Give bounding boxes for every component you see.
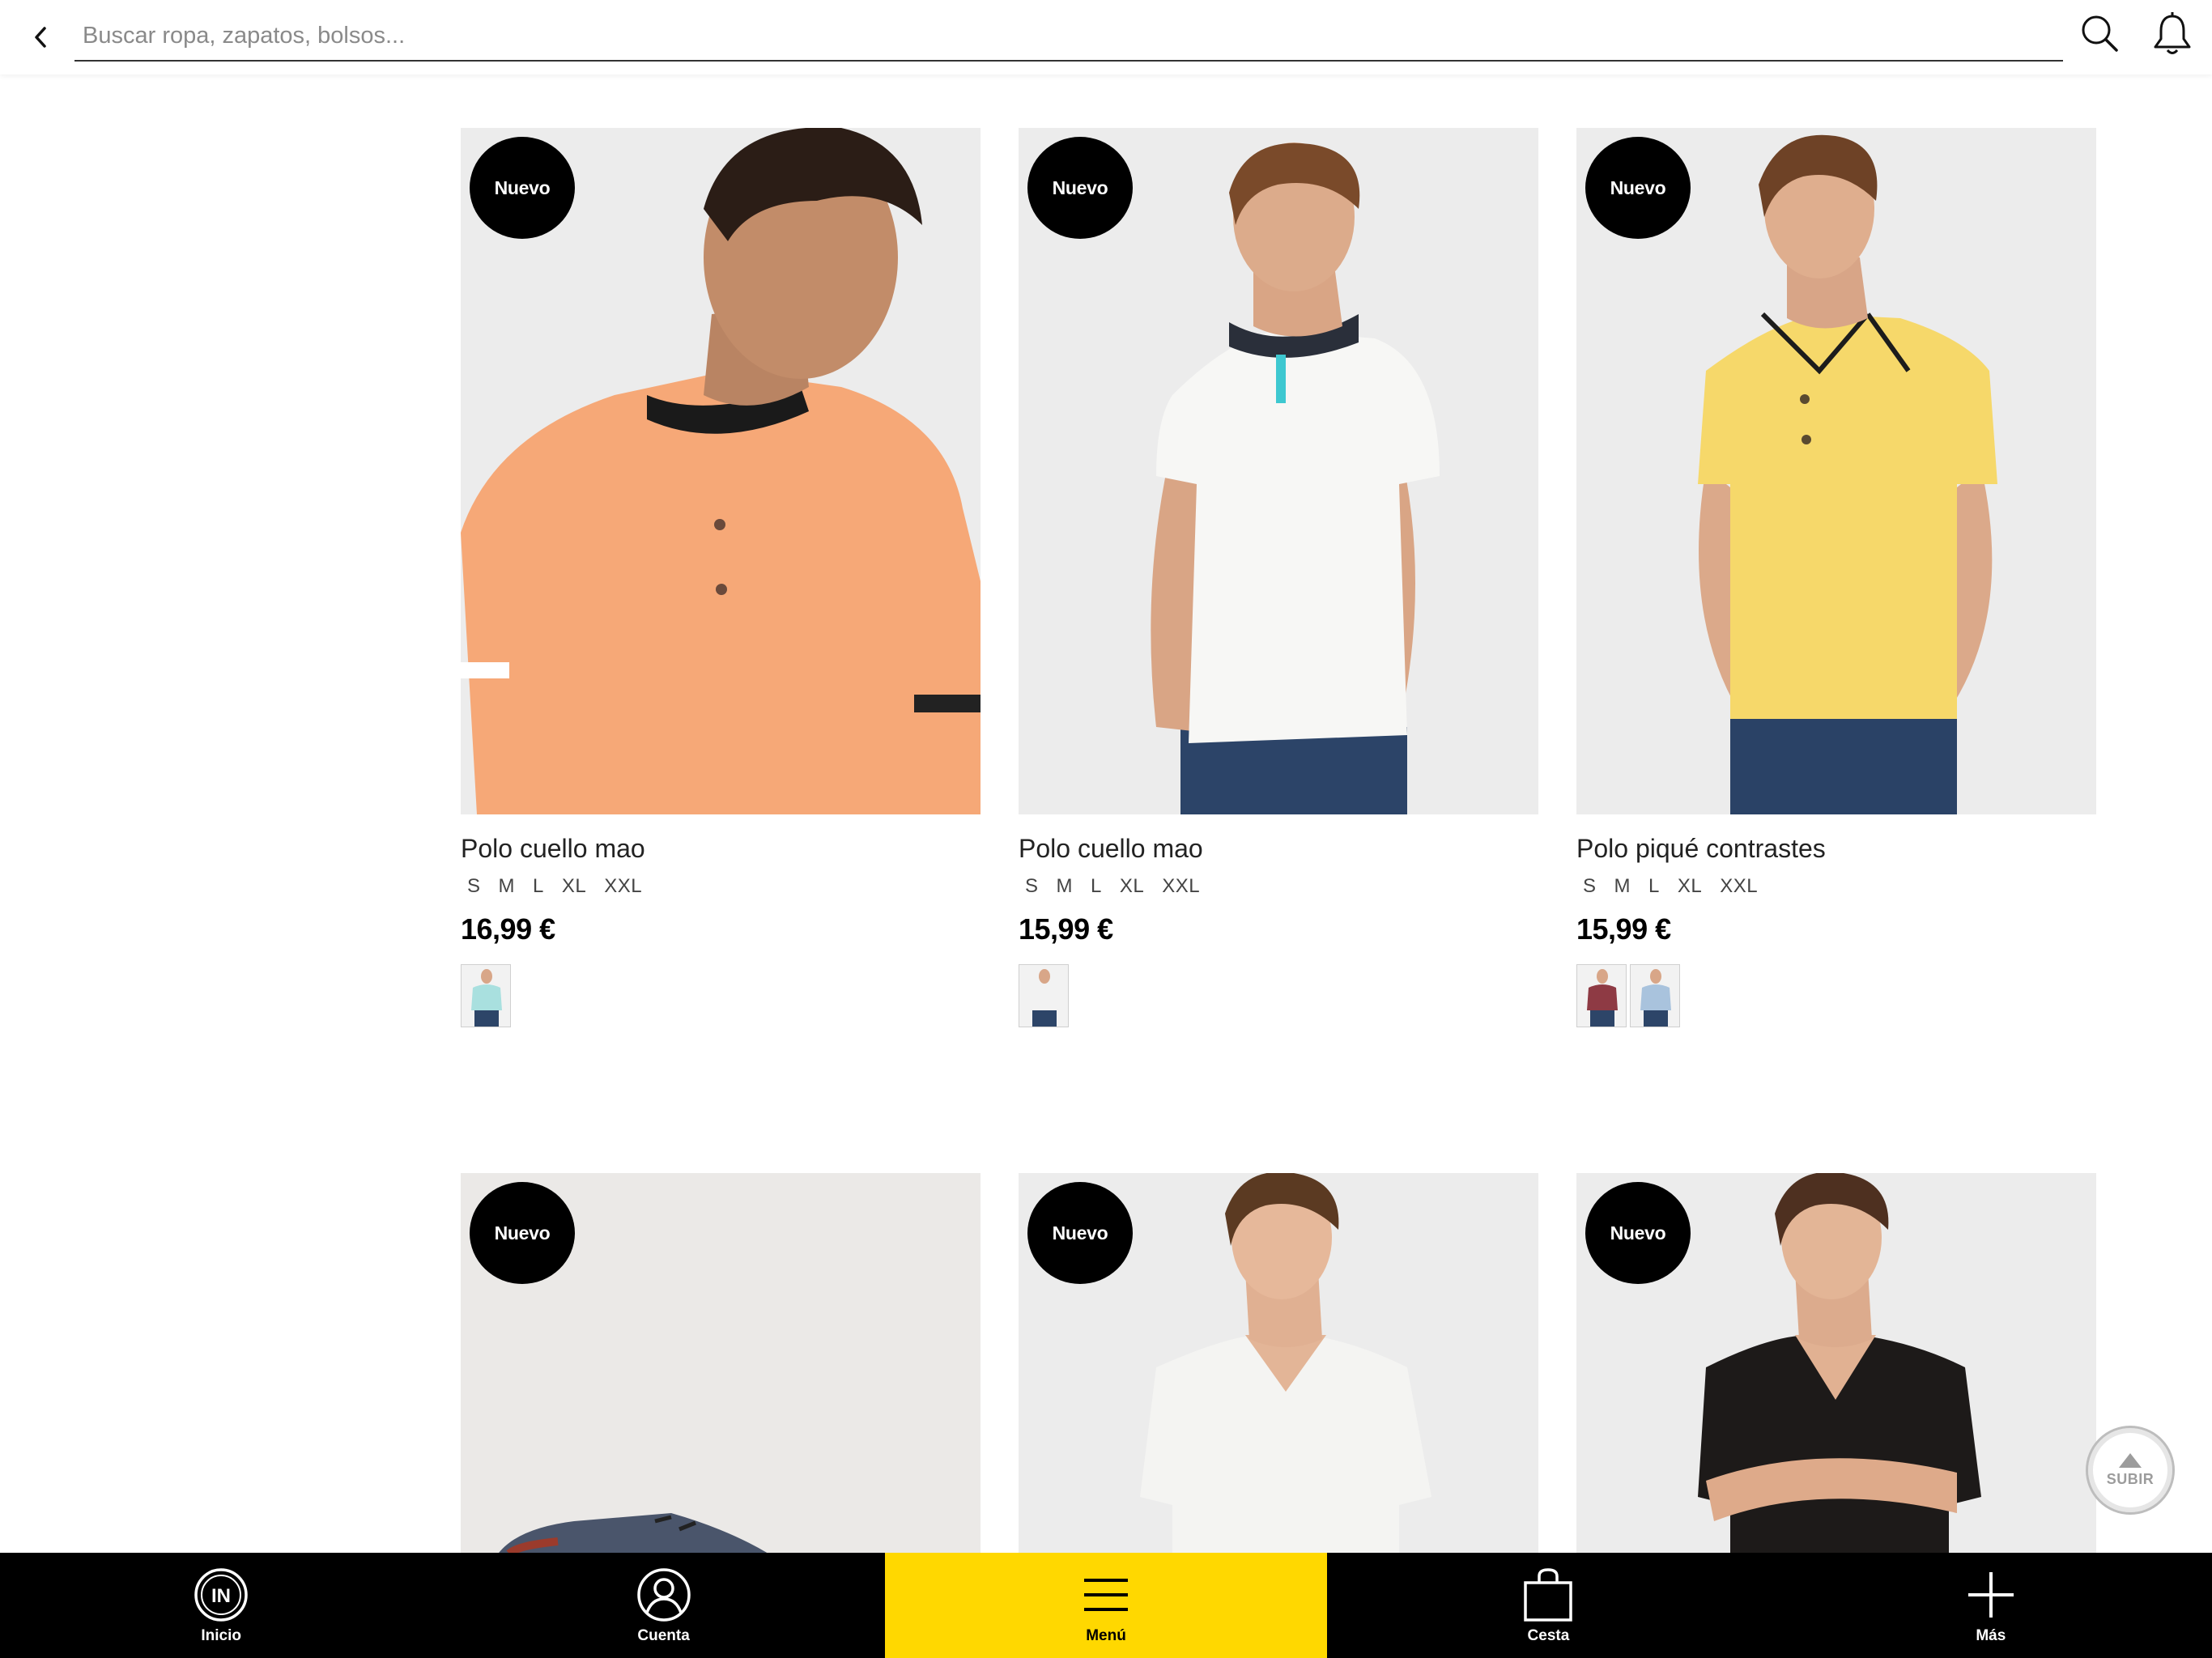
size-option: M xyxy=(1614,875,1631,897)
product-card[interactable]: Nuevo xyxy=(1576,1173,2096,1562)
chevron-left-icon xyxy=(35,27,46,48)
product-image[interactable]: Nuevo xyxy=(461,1173,981,1562)
product-card[interactable]: Nuevo Polo cuello mao S M L XL XXL 16,99… xyxy=(461,128,981,1027)
product-card[interactable]: Nuevo xyxy=(1019,1173,1538,1562)
product-image[interactable]: Nuevo xyxy=(1019,128,1538,814)
color-swatch[interactable] xyxy=(461,964,511,1027)
bottom-navigation: IN Inicio Cuenta Menú Cesta Más xyxy=(0,1553,2212,1658)
color-swatches xyxy=(1019,964,1538,1027)
size-option: L xyxy=(1091,875,1102,897)
color-swatch[interactable] xyxy=(1019,964,1069,1027)
product-card[interactable]: Nuevo xyxy=(461,1173,981,1562)
plus-icon xyxy=(1962,1566,2020,1624)
size-option: XL xyxy=(1119,875,1145,897)
size-list: S M L XL XXL xyxy=(1576,875,2096,898)
color-swatches xyxy=(1576,964,2096,1027)
nav-item-inicio[interactable]: IN Inicio xyxy=(0,1553,442,1658)
size-option: S xyxy=(1025,875,1039,897)
product-card[interactable]: Nuevo Polo cuello mao S M L XL XXL 15,99… xyxy=(1019,128,1538,1027)
size-option: L xyxy=(533,875,544,897)
nav-label: Inicio xyxy=(201,1627,242,1644)
hamburger-menu-icon xyxy=(1077,1566,1135,1624)
product-image[interactable]: Nuevo xyxy=(461,128,981,814)
size-option: S xyxy=(467,875,481,897)
shirt-shape xyxy=(1156,330,1440,743)
nav-item-mas[interactable]: Más xyxy=(1770,1553,2212,1658)
size-option: XXL xyxy=(1162,875,1201,897)
new-badge: Nuevo xyxy=(470,1182,575,1284)
size-option: XXL xyxy=(604,875,643,897)
size-list: S M L XL XXL xyxy=(461,875,981,898)
search-icon xyxy=(2082,15,2118,52)
shopping-bag-icon xyxy=(1519,1566,1577,1624)
nav-label: Cuenta xyxy=(637,1627,690,1644)
nav-item-menu[interactable]: Menú xyxy=(884,1553,1328,1658)
size-option: XL xyxy=(561,875,587,897)
new-badge: Nuevo xyxy=(1027,137,1133,239)
color-swatches xyxy=(461,964,981,1027)
new-badge: Nuevo xyxy=(1585,137,1691,239)
product-name[interactable]: Polo cuello mao xyxy=(1019,834,1538,864)
product-name[interactable]: Polo piqué contrastes xyxy=(1576,834,2096,864)
svg-text:IN: IN xyxy=(211,1585,231,1607)
size-option: M xyxy=(1056,875,1074,897)
new-badge: Nuevo xyxy=(1027,1182,1133,1284)
in-logo-icon: IN xyxy=(192,1566,250,1624)
product-image[interactable]: Nuevo xyxy=(1576,1173,2096,1562)
top-search-bar xyxy=(0,0,2212,74)
nav-label: Más xyxy=(1976,1627,2006,1644)
size-list: S M L XL XXL xyxy=(1019,875,1538,898)
scroll-to-top-button[interactable]: SUBIR xyxy=(2086,1426,2175,1515)
nav-item-cesta[interactable]: Cesta xyxy=(1327,1553,1769,1658)
size-option: XXL xyxy=(1720,875,1759,897)
product-image[interactable]: Nuevo xyxy=(1576,128,2096,814)
nav-label: Menú xyxy=(1086,1627,1126,1644)
user-icon xyxy=(635,1566,693,1624)
nav-item-cuenta[interactable]: Cuenta xyxy=(442,1553,884,1658)
notifications-button[interactable] xyxy=(2150,11,2194,57)
search-input[interactable] xyxy=(74,11,2063,62)
arrow-up-icon xyxy=(2119,1452,2142,1468)
product-image[interactable]: Nuevo xyxy=(1019,1173,1538,1562)
size-option: XL xyxy=(1677,875,1703,897)
back-button[interactable] xyxy=(23,19,58,55)
size-option: M xyxy=(498,875,516,897)
size-option: L xyxy=(1648,875,1660,897)
new-badge: Nuevo xyxy=(1585,1182,1691,1284)
size-option: S xyxy=(1583,875,1597,897)
product-price: 16,99 € xyxy=(461,912,555,946)
product-name[interactable]: Polo cuello mao xyxy=(461,834,981,864)
color-swatch[interactable] xyxy=(1630,964,1680,1027)
color-swatch[interactable] xyxy=(1576,964,1627,1027)
product-price: 15,99 € xyxy=(1019,912,1113,946)
new-badge: Nuevo xyxy=(470,137,575,239)
nav-label: Cesta xyxy=(1527,1627,1570,1644)
scroll-to-top-label: SUBIR xyxy=(2106,1470,2155,1487)
product-price: 15,99 € xyxy=(1576,912,1671,946)
search-button[interactable] xyxy=(2079,13,2120,53)
product-card[interactable]: Nuevo Polo piqué contrastes S M L XL XXL… xyxy=(1576,128,2096,1027)
bell-icon xyxy=(2154,12,2191,54)
shirt-shape xyxy=(1698,314,1997,719)
